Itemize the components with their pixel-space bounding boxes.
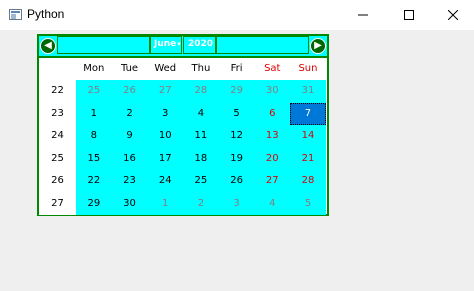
day-cell[interactable]: 25 [76, 80, 112, 103]
day-cell[interactable]: 6 [254, 103, 290, 126]
week-row: 25 15 16 17 18 19 20 21 [39, 147, 327, 171]
weekday-header-row: Mon Tue Wed Thu Fri Sat Sun [39, 58, 327, 80]
day-cell[interactable]: 25 [183, 170, 219, 193]
day-cell[interactable]: 19 [219, 148, 255, 171]
month-dropdown-button[interactable]: June▾ [154, 39, 181, 49]
year-spinbox[interactable]: 2020 [188, 39, 213, 49]
day-cell[interactable]: 9 [112, 125, 148, 148]
weekday-header: Tue [120, 63, 139, 74]
next-month-button[interactable]: ▶ [310, 38, 326, 54]
day-cell[interactable]: 26 [219, 170, 255, 193]
day-cell[interactable]: 1 [76, 103, 112, 126]
nav-spacer-left [57, 36, 150, 54]
window-title: Python [27, 7, 65, 21]
week-row: 26 22 23 24 25 26 27 28 [39, 170, 327, 193]
close-icon [448, 10, 458, 20]
day-cell[interactable]: 30 [112, 193, 148, 216]
day-cell[interactable]: 4 [254, 193, 290, 216]
calendar-navigation-bar: ◀ June▾ 2020 ▶ [39, 36, 327, 58]
maximize-button[interactable] [386, 0, 432, 30]
minimize-button[interactable] [340, 0, 386, 30]
weekday-header: Fri [230, 63, 243, 74]
week-row: 22 25 26 27 28 29 30 31 [39, 80, 327, 103]
week-number: 23 [39, 102, 76, 125]
day-cell[interactable]: 22 [76, 170, 112, 193]
day-cell[interactable]: 14 [290, 125, 326, 148]
week-row: 23 1 2 3 4 5 6 7 [39, 102, 327, 126]
day-cell[interactable]: 3 [147, 103, 183, 126]
month-label: June [154, 39, 177, 49]
weekday-header: Sun [298, 63, 318, 74]
day-cell[interactable]: 31 [290, 80, 326, 103]
day-cell[interactable]: 3 [219, 193, 255, 216]
day-cell[interactable]: 2 [183, 193, 219, 216]
day-cell[interactable]: 23 [112, 170, 148, 193]
day-cell[interactable]: 17 [147, 148, 183, 171]
previous-month-button[interactable]: ◀ [40, 38, 56, 54]
day-cell[interactable]: 2 [112, 103, 148, 126]
day-cell[interactable]: 5 [219, 103, 255, 126]
week-number: 25 [39, 147, 76, 170]
week-row: 27 29 30 1 2 3 4 5 [39, 192, 327, 216]
close-button[interactable] [432, 0, 474, 30]
weekday-header: Thu [191, 63, 211, 74]
day-cell[interactable]: 5 [290, 193, 326, 216]
day-cell[interactable]: 27 [254, 170, 290, 193]
selected-day-cell[interactable]: 7 [290, 102, 326, 125]
week-number: 26 [39, 170, 76, 193]
day-cell[interactable]: 29 [76, 193, 112, 216]
day-cell[interactable]: 16 [112, 148, 148, 171]
day-cell[interactable]: 28 [183, 80, 219, 103]
day-cell[interactable]: 18 [183, 148, 219, 171]
week-number: 22 [39, 80, 76, 103]
day-cell[interactable]: 4 [183, 103, 219, 126]
weekday-header: Sat [264, 63, 281, 74]
day-cell[interactable]: 10 [147, 125, 183, 148]
calendar-widget: ◀ June▾ 2020 ▶ Mon Tue Wed Thu Fri Sat S… [37, 34, 329, 216]
week-row: 24 8 9 10 11 12 13 14 [39, 125, 327, 148]
day-cell[interactable]: 1 [147, 193, 183, 216]
day-cell[interactable]: 15 [76, 148, 112, 171]
nav-spacer-right [216, 36, 309, 54]
day-cell[interactable]: 24 [147, 170, 183, 193]
chevron-down-icon: ▾ [177, 40, 181, 48]
weekday-header: Mon [83, 63, 105, 74]
day-cell[interactable]: 20 [254, 148, 290, 171]
weekday-header: Wed [154, 63, 177, 74]
day-cell[interactable]: 12 [219, 125, 255, 148]
maximize-icon [404, 10, 414, 20]
day-cell[interactable]: 13 [254, 125, 290, 148]
week-number: 24 [39, 125, 76, 148]
day-cell[interactable]: 29 [219, 80, 255, 103]
minimize-icon [358, 14, 368, 16]
day-cell[interactable]: 27 [147, 80, 183, 103]
title-bar: Python [0, 0, 474, 30]
python-app-icon [9, 9, 22, 20]
week-number-header [39, 58, 76, 80]
day-cell[interactable]: 21 [290, 148, 326, 171]
day-cell[interactable]: 30 [254, 80, 290, 103]
day-cell[interactable]: 8 [76, 125, 112, 148]
week-number: 27 [39, 192, 76, 215]
day-cell[interactable]: 26 [112, 80, 148, 103]
day-cell[interactable]: 11 [183, 125, 219, 148]
day-cell[interactable]: 28 [290, 170, 326, 193]
